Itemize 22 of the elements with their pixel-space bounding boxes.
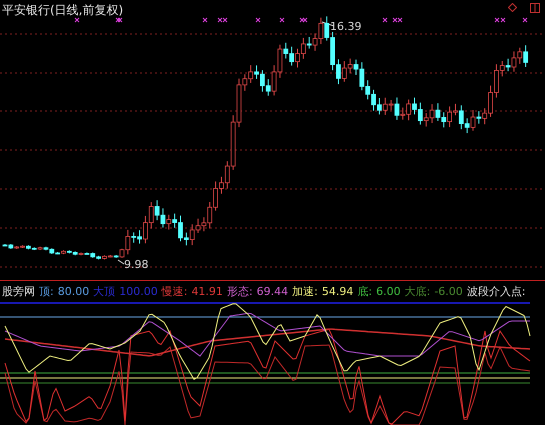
legend-value: 6.00 [376, 284, 401, 298]
legend-value: 80.00 [58, 284, 90, 298]
legend-value: 69.44 [256, 284, 288, 298]
legend-label: 大顶 [93, 284, 116, 298]
legend-label: 形态: [226, 284, 253, 298]
legend-label: 大底: [404, 284, 430, 298]
diamond-icon[interactable] [508, 3, 517, 12]
chart-title: 平安银行(日线,前复权) [2, 2, 124, 19]
legend-label: 底: [357, 284, 372, 298]
legend-label: 慢速: [162, 284, 188, 298]
indicator-name: 股旁网 [2, 284, 35, 298]
price-label: 9.98 [124, 258, 148, 271]
price-label: 16.39 [330, 20, 362, 33]
square-icon[interactable] [530, 3, 540, 13]
legend-value: 100.00 [119, 284, 158, 298]
legend-value: 54.94 [322, 284, 354, 298]
legend-value: 41.91 [191, 284, 223, 298]
legend-label: 加速: [292, 284, 318, 298]
legend-value: -6.00 [434, 284, 463, 298]
leader-line [118, 260, 124, 264]
legend-label: 波段介入点: [466, 284, 526, 298]
legend-label: 顶: [39, 284, 54, 298]
